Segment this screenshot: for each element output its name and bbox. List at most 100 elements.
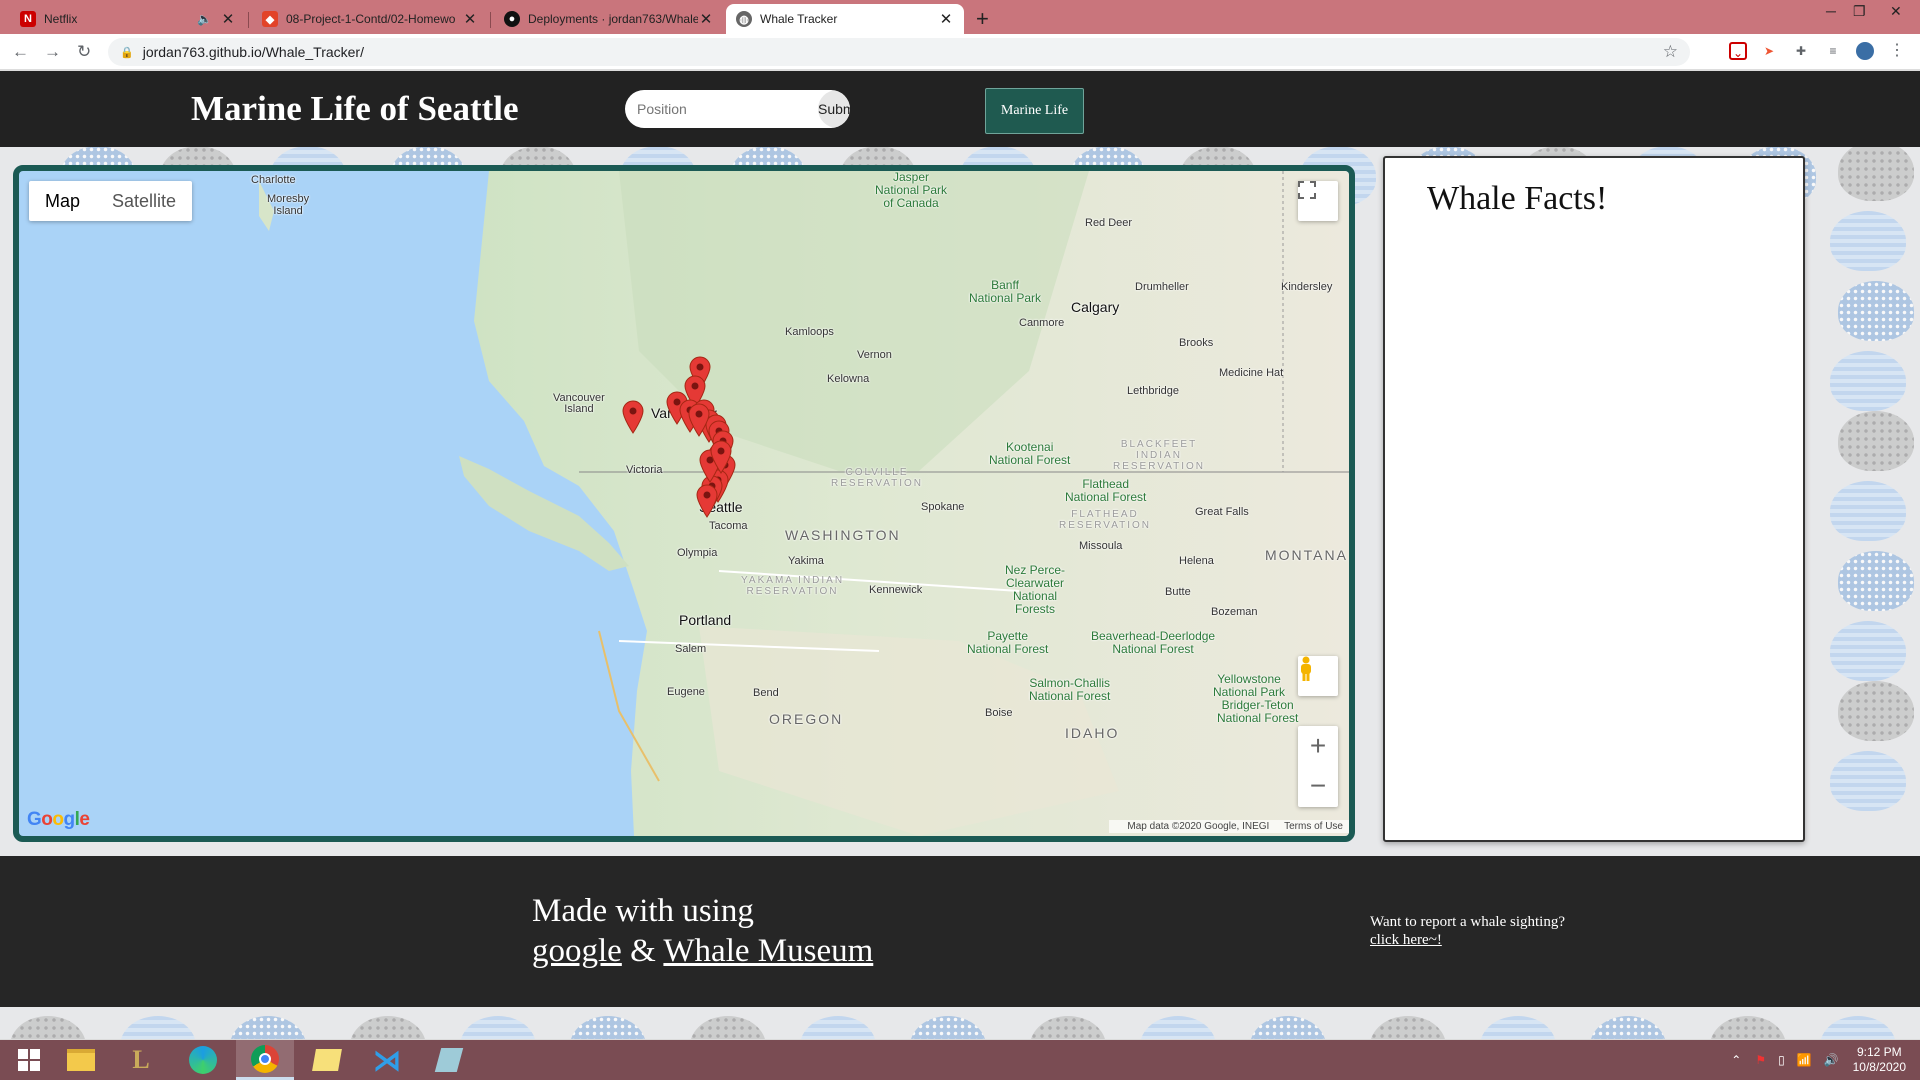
address-bar[interactable]: 🔒 jordan763.github.io/Whale_Tracker/ ☆ xyxy=(108,38,1690,66)
restore-icon[interactable]: ❐ xyxy=(1853,3,1866,20)
close-tab-icon[interactable]: ✕ xyxy=(698,10,714,28)
map-label: Nez Perce- Clearwater National Forests xyxy=(1005,563,1066,616)
vscode-icon[interactable]: ⋊ xyxy=(358,1040,416,1080)
forward-icon[interactable]: → xyxy=(44,42,61,62)
map-label: Salmon-Challis National Forest xyxy=(1029,676,1111,703)
report-question: Want to report a whale sighting? xyxy=(1370,914,1565,930)
map-label: YAKAMA INDIAN RESERVATION xyxy=(741,575,845,597)
map-label: Boise xyxy=(985,707,1013,719)
fullscreen-icon[interactable] xyxy=(1298,181,1338,221)
zoom-out-icon[interactable]: − xyxy=(1298,766,1338,806)
map-label: Drumheller xyxy=(1135,281,1189,293)
whale-sighting-marker[interactable] xyxy=(696,484,718,518)
tray-flag-icon[interactable]: ⚑ xyxy=(1755,1053,1766,1067)
report-link[interactable]: click here~! xyxy=(1370,932,1442,948)
map-label: Butte xyxy=(1165,586,1191,598)
zoom-in-icon[interactable]: + xyxy=(1298,726,1338,766)
map-label: Olympia xyxy=(677,547,718,559)
made-with-label: Made with xyxy=(532,893,675,929)
tray-expand-icon[interactable]: ⌃ xyxy=(1731,1053,1741,1067)
google-logo: Google xyxy=(27,809,90,830)
map-label: Moresby Island xyxy=(267,193,310,217)
map-label: Vancouver Island xyxy=(553,392,605,415)
satellite-view-button[interactable]: Satellite xyxy=(96,181,192,221)
map-label: Beaverhead-Deerlodge National Forest xyxy=(1091,629,1216,656)
tab-gitlab[interactable]: ◆ 08-Project-1-Contd/02-Homewo ✕ xyxy=(252,4,488,34)
close-tab-icon[interactable]: ✕ xyxy=(938,10,954,28)
notes-app-icon[interactable] xyxy=(420,1040,478,1080)
whale-sighting-marker[interactable] xyxy=(710,440,732,474)
whale-sighting-marker[interactable] xyxy=(622,400,644,434)
map-label: Helena xyxy=(1179,555,1214,567)
network-icon[interactable]: 📶 xyxy=(1797,1053,1812,1067)
bookmark-star-icon[interactable]: ☆ xyxy=(1663,42,1678,62)
chrome-icon[interactable] xyxy=(236,1040,294,1080)
map-label: Bozeman xyxy=(1211,606,1258,618)
file-explorer-icon[interactable] xyxy=(52,1040,110,1080)
league-of-legends-icon[interactable]: L xyxy=(112,1040,170,1080)
google-map[interactable]: Charlotte Moresby Island Jasper National… xyxy=(19,171,1349,836)
submit-button[interactable]: Submit xyxy=(818,90,850,128)
tab-whale-tracker[interactable]: ◍ Whale Tracker ✕ xyxy=(726,4,964,34)
start-windows-icon[interactable] xyxy=(0,1040,58,1080)
position-input[interactable] xyxy=(625,90,818,128)
volume-icon[interactable]: 🔊 xyxy=(1824,1053,1839,1067)
position-search-form: Submit xyxy=(625,90,850,128)
map-label: Brooks xyxy=(1179,337,1214,349)
windows-taskbar: L ⋊ ⌃ ⚑ ▯ 📶 🔊 9:12 PM 10/8/2020 xyxy=(0,1040,1920,1080)
clock-date: 10/8/2020 xyxy=(1852,1060,1906,1074)
tab-netflix[interactable]: N Netflix 🔈 ✕ xyxy=(10,4,246,34)
map-label: Portland xyxy=(679,612,732,628)
tab-title: Deployments · jordan763/Whale_ xyxy=(528,12,698,26)
menu-kebab-icon[interactable]: ⋮ xyxy=(1888,42,1906,60)
map-label: Calgary xyxy=(1071,299,1120,315)
close-tab-icon[interactable]: ✕ xyxy=(462,10,478,28)
map-label: WASHINGTON xyxy=(785,527,901,543)
browser-tab-bar: N Netflix 🔈 ✕ ◆ 08-Project-1-Contd/02-Ho… xyxy=(0,0,1920,34)
gitlab-icon: ◆ xyxy=(262,11,278,27)
media-queue-icon[interactable]: ≡ xyxy=(1824,42,1842,60)
map-label: Yellowstone National Park xyxy=(1213,672,1286,699)
map-label: Bridger-Teton National Forest xyxy=(1217,698,1299,725)
close-tab-icon[interactable]: ✕ xyxy=(220,10,236,28)
edge-icon[interactable] xyxy=(174,1040,232,1080)
map-label: Missoula xyxy=(1079,540,1123,552)
street-view-pegman-icon[interactable] xyxy=(1298,656,1338,696)
profile-avatar[interactable] xyxy=(1856,42,1874,60)
extension-icon[interactable]: ➤ xyxy=(1760,42,1778,60)
netflix-icon: N xyxy=(20,11,36,27)
new-tab-button[interactable]: + xyxy=(976,6,989,32)
map-label: Kelowna xyxy=(827,373,870,385)
map-attribution: Map data ©2020 Google, INEGI Terms of Us… xyxy=(1109,820,1349,833)
google-link[interactable]: google xyxy=(532,933,622,969)
lock-icon: 🔒 xyxy=(120,46,134,59)
tab-github[interactable]: ● Deployments · jordan763/Whale_ ✕ xyxy=(494,4,724,34)
marine-life-button[interactable]: Marine Life xyxy=(985,88,1084,134)
whale-facts-panel: Whale Facts! xyxy=(1383,156,1805,842)
minimize-icon[interactable]: ─ xyxy=(1826,3,1836,19)
reload-icon[interactable]: ↻ xyxy=(77,42,91,62)
pocket-extension-icon[interactable]: ⌄ xyxy=(1729,42,1747,60)
map-label: Kamloops xyxy=(785,326,834,338)
github-icon: ● xyxy=(504,11,520,27)
map-label: Great Falls xyxy=(1195,506,1249,518)
mute-icon[interactable]: 🔈 xyxy=(197,12,212,26)
map-label: Charlotte xyxy=(251,174,296,186)
site-header: Marine Life of Seattle Submit Marine Lif… xyxy=(0,71,1920,147)
map-label: Flathead National Forest xyxy=(1065,477,1147,504)
map-view-button[interactable]: Map xyxy=(29,181,96,221)
puzzle-extensions-icon[interactable]: ✚ xyxy=(1792,42,1810,60)
tab-title: Whale Tracker xyxy=(760,12,838,26)
battery-icon[interactable]: ▯ xyxy=(1778,1053,1785,1067)
clock[interactable]: 9:12 PM 10/8/2020 xyxy=(1853,1045,1906,1075)
map-label: Tacoma xyxy=(709,520,748,532)
back-icon[interactable]: ← xyxy=(12,42,29,62)
terms-of-use-link[interactable]: Terms of Use xyxy=(1284,821,1343,832)
sticky-notes-icon[interactable] xyxy=(298,1040,356,1080)
report-sighting: Want to report a whale sighting? click h… xyxy=(1370,913,1565,949)
close-window-icon[interactable]: ✕ xyxy=(1890,3,1902,20)
map-data-text: Map data ©2020 Google, INEGI xyxy=(1127,821,1270,832)
using-label: using xyxy=(682,893,754,929)
whale-sighting-marker[interactable] xyxy=(688,403,710,437)
whale-museum-link[interactable]: Whale Museum xyxy=(663,933,873,969)
